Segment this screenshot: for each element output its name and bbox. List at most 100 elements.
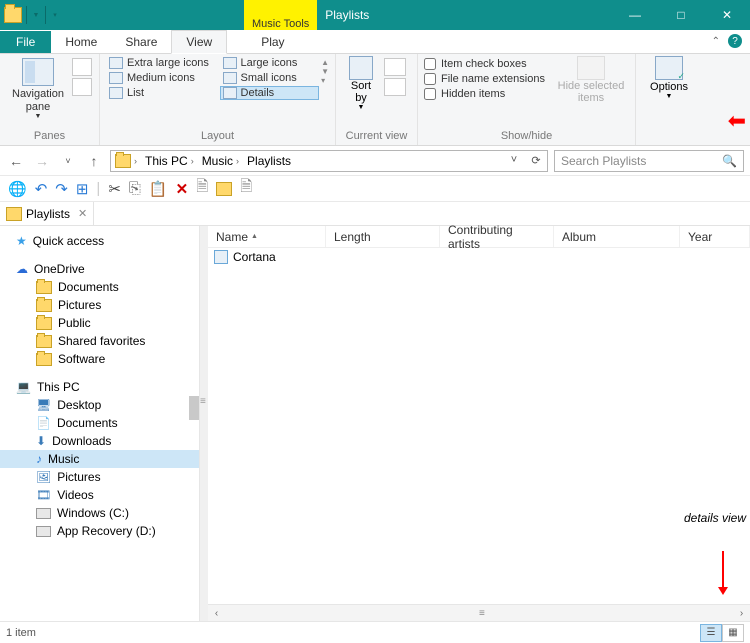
paste-icon[interactable]: 📋: [149, 180, 168, 198]
horizontal-scrollbar[interactable]: ‹ ≡ ›: [208, 604, 750, 621]
copy-icon[interactable]: ⎘: [129, 180, 141, 197]
sort-by-button[interactable]: Sort by ▼: [342, 56, 380, 111]
tree-music[interactable]: ♪Music: [0, 450, 199, 468]
options-button[interactable]: Options ▼: [642, 56, 696, 100]
view-tab[interactable]: View: [171, 30, 227, 54]
select-all-icon[interactable]: ⊞: [76, 180, 89, 198]
globe-icon[interactable]: 🌐: [8, 180, 27, 198]
back-button[interactable]: ←: [6, 151, 26, 171]
scroll-thumb[interactable]: ≡: [479, 608, 499, 619]
status-item-count: 1 item: [6, 627, 36, 639]
tree-onedrive-documents[interactable]: Documents: [0, 278, 199, 296]
navigation-pane-button[interactable]: Navigation pane ▼: [6, 56, 70, 122]
close-button[interactable]: ✕: [704, 0, 750, 30]
title-bar: ▼ ▾ Music Tools Playlists — □ ✕: [0, 0, 750, 30]
layout-scroll-up-icon[interactable]: ▲: [321, 58, 329, 67]
tree-onedrive-pictures[interactable]: Pictures: [0, 296, 199, 314]
scroll-right-icon[interactable]: ›: [733, 608, 750, 619]
details-view-button[interactable]: ☰: [700, 624, 722, 642]
splitter[interactable]: [200, 226, 208, 621]
star-icon: ★: [16, 234, 27, 248]
item-checkboxes-toggle[interactable]: Item check boxes: [424, 58, 556, 70]
tree-documents[interactable]: 📄Documents: [0, 414, 199, 432]
tree-pictures[interactable]: 🖼Pictures: [0, 468, 199, 486]
breadcrumb-music[interactable]: Music: [202, 154, 233, 168]
layout-extra-large[interactable]: Extra large icons: [106, 56, 218, 70]
tree-quick-access[interactable]: ★Quick access: [0, 232, 199, 250]
up-button[interactable]: ↑: [84, 151, 104, 171]
qat-dropdown-icon[interactable]: ▼: [31, 10, 41, 20]
app-folder-icon: [4, 7, 22, 23]
column-album[interactable]: Album: [554, 226, 680, 247]
qat-customize-icon[interactable]: ▾: [50, 10, 60, 20]
preview-pane-button[interactable]: [72, 58, 92, 76]
folder-tab-icon: [6, 207, 22, 221]
close-tab-icon[interactable]: ✕: [78, 207, 87, 220]
search-box[interactable]: Search Playlists 🔍: [554, 150, 744, 172]
show-hide-group: Item check boxes File name extensions Hi…: [418, 54, 636, 145]
column-name[interactable]: Name▲: [208, 226, 326, 247]
cloud-icon: ☁: [16, 262, 28, 276]
cut-icon[interactable]: ✂: [108, 180, 121, 198]
details-pane-button[interactable]: [72, 78, 92, 96]
address-bar[interactable]: › This PC› Music› Playlists ˅ ⟳: [110, 150, 548, 172]
drive-icon: [36, 508, 51, 519]
folder-tab[interactable]: Playlists ✕: [0, 202, 94, 225]
tree-onedrive-software[interactable]: Software: [0, 350, 199, 368]
file-extensions-toggle[interactable]: File name extensions: [424, 73, 556, 85]
column-year[interactable]: Year: [680, 226, 750, 247]
file-row[interactable]: Cortana: [208, 248, 750, 266]
add-columns-button[interactable]: [384, 58, 406, 76]
recent-locations-button[interactable]: ˅: [58, 151, 78, 171]
navigation-pane-icon: [22, 58, 54, 86]
column-headers: Name▲ Length Contributing artists Album …: [208, 226, 750, 248]
tree-this-pc[interactable]: 💻This PC: [0, 378, 199, 396]
tree-scrollbar-thumb[interactable]: [189, 396, 199, 420]
scroll-left-icon[interactable]: ‹: [208, 608, 225, 619]
layout-details[interactable]: Details: [220, 86, 320, 100]
share-tab[interactable]: Share: [111, 31, 171, 53]
layout-scroll-down-icon[interactable]: ▼: [321, 67, 329, 76]
column-length[interactable]: Length: [326, 226, 440, 247]
layout-more-icon[interactable]: ▾: [321, 76, 329, 85]
play-tab[interactable]: Play: [247, 31, 298, 53]
annotation-arrow-options: ⬅: [728, 108, 746, 134]
layout-list[interactable]: List: [106, 86, 218, 100]
collapse-ribbon-icon[interactable]: ⌃: [712, 36, 720, 47]
thumbnails-view-button[interactable]: ▦: [722, 624, 744, 642]
tree-drive-c[interactable]: Windows (C:): [0, 504, 199, 522]
tree-onedrive[interactable]: ☁OneDrive: [0, 260, 199, 278]
home-tab[interactable]: Home: [51, 31, 111, 53]
redo-icon[interactable]: ↷: [55, 180, 68, 198]
tree-videos[interactable]: 🎞Videos: [0, 486, 199, 504]
layout-small[interactable]: Small icons: [220, 71, 320, 85]
help-icon[interactable]: ?: [728, 34, 742, 48]
tree-drive-d[interactable]: App Recovery (D:): [0, 522, 199, 540]
tree-downloads[interactable]: ⬇Downloads: [0, 432, 199, 450]
column-contributing-artists[interactable]: Contributing artists: [440, 226, 554, 247]
properties-icon[interactable]: 🗎: [196, 176, 208, 201]
new-file-icon[interactable]: 🗎: [240, 176, 252, 201]
layout-medium[interactable]: Medium icons: [106, 71, 218, 85]
file-tab[interactable]: File: [0, 31, 51, 53]
pictures-icon: 🖼: [36, 470, 51, 484]
address-history-button[interactable]: ˅: [503, 154, 525, 167]
layout-large[interactable]: Large icons: [220, 56, 320, 70]
hidden-items-toggle[interactable]: Hidden items: [424, 88, 556, 100]
tree-onedrive-public[interactable]: Public: [0, 314, 199, 332]
delete-icon[interactable]: ✕: [176, 180, 189, 198]
undo-icon[interactable]: ↶: [35, 180, 48, 198]
minimize-button[interactable]: —: [612, 0, 658, 30]
chevron-right-icon[interactable]: ›: [236, 156, 239, 166]
refresh-button[interactable]: ⟳: [525, 154, 547, 167]
breadcrumb-this-pc[interactable]: This PC: [145, 154, 188, 168]
tree-desktop[interactable]: 🖥Desktop: [0, 396, 199, 414]
new-folder-icon[interactable]: [216, 182, 232, 196]
maximize-button[interactable]: □: [658, 0, 704, 30]
chevron-right-icon[interactable]: ›: [191, 156, 194, 166]
folder-icon: [36, 299, 52, 312]
breadcrumb-playlists[interactable]: Playlists: [247, 154, 291, 168]
tree-onedrive-shared[interactable]: Shared favorites: [0, 332, 199, 350]
size-columns-button[interactable]: [384, 78, 406, 96]
chevron-right-icon[interactable]: ›: [134, 156, 137, 166]
